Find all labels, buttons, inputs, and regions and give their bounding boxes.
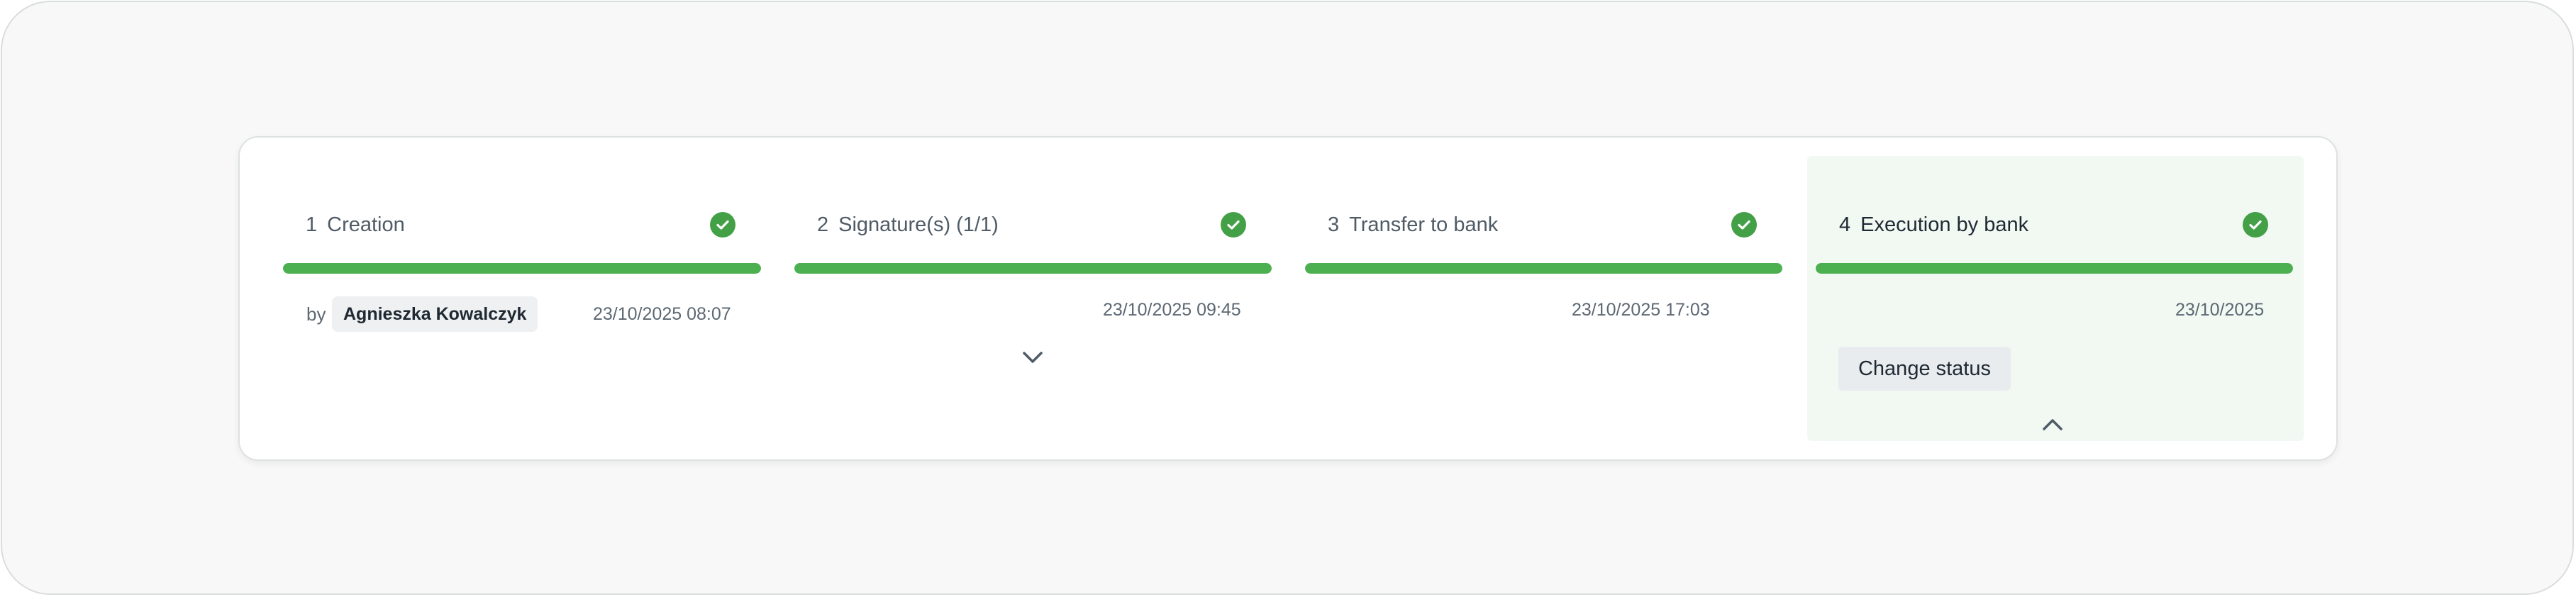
chevron-down-icon[interactable] (1018, 347, 1047, 368)
user-chip[interactable]: Agnieszka Kowalczyk (332, 296, 538, 332)
step-4-progress-bar (1816, 263, 2293, 274)
check-circle-icon (1731, 212, 1757, 238)
check-circle-icon (710, 212, 735, 238)
change-status-button[interactable]: Change status (1838, 347, 2011, 391)
step-3-number: 3 (1328, 213, 1340, 236)
check-circle-icon (2243, 212, 2268, 238)
step-3-progress-bar (1305, 263, 1782, 274)
step-1-number: 1 (306, 213, 318, 236)
step-4-number: 4 (1839, 213, 1851, 236)
step-2-timestamp: 23/10/2025 09:45 (1103, 300, 1241, 320)
step-1-label: Creation (327, 213, 405, 236)
step-3-timestamp: 23/10/2025 17:03 (1572, 300, 1710, 320)
active-step-highlight (1807, 156, 2304, 441)
step-3-progress-fill (1305, 263, 1782, 274)
step-1-progress-fill (283, 263, 761, 274)
step-4-timestamp: 23/10/2025 (2175, 300, 2265, 320)
step-1-timestamp: 23/10/2025 08:07 (593, 304, 731, 324)
step-2-title: 2 Signature(s) (1/1) (817, 213, 999, 237)
step-2-number: 2 (817, 213, 829, 236)
step-2-label: Signature(s) (1/1) (838, 213, 999, 236)
step-4-label: Execution by bank (1860, 213, 2029, 236)
step-3-label: Transfer to bank (1349, 213, 1499, 236)
chevron-up-icon[interactable] (2038, 414, 2067, 435)
step-4-progress-fill (1816, 263, 2293, 274)
step-4-title: 4 Execution by bank (1839, 213, 2028, 237)
step-2-progress-fill (794, 263, 1272, 274)
by-label: by (306, 303, 326, 325)
check-circle-icon (1221, 212, 1246, 238)
step-1-progress-bar (283, 263, 761, 274)
step-1-title: 1 Creation (306, 213, 405, 237)
step-2-progress-bar (794, 263, 1272, 274)
step-3-title: 3 Transfer to bank (1328, 213, 1498, 237)
